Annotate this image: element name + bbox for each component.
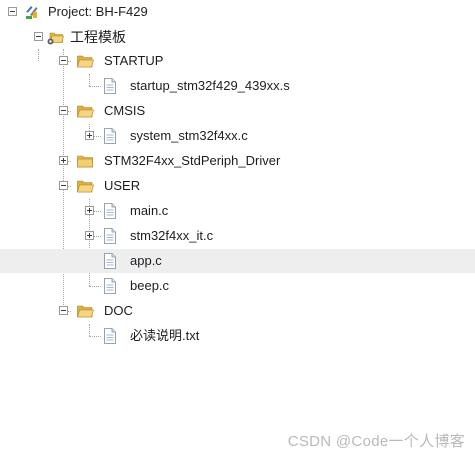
folder-open-icon (77, 180, 94, 193)
tree-file[interactable]: system_stm32f4xx.c (0, 124, 475, 148)
file-label: beep.c (130, 278, 170, 293)
tree-file[interactable]: 必读说明.txt (0, 324, 475, 348)
tree-group-stdperiph-driver[interactable]: STM32F4xx_StdPeriph_Driver (0, 149, 475, 173)
file-icon (104, 228, 116, 244)
tree-group-doc[interactable]: DOC (0, 299, 475, 323)
file-icon (104, 128, 116, 144)
group-label: DOC (104, 303, 133, 318)
tree-file[interactable]: beep.c (0, 274, 475, 298)
project-tree: Project: BH-F429 工程模板 STARTUP startup_st… (0, 0, 475, 461)
group-label: USER (104, 178, 141, 193)
tree-file[interactable]: main.c (0, 199, 475, 223)
tree-file[interactable]: stm32f4xx_it.c (0, 224, 475, 248)
project-label: Project: BH-F429 (48, 4, 148, 19)
collapse-toggle[interactable] (8, 7, 17, 16)
tree-group-user[interactable]: USER (0, 174, 475, 198)
tree-file-selected[interactable]: app.c (0, 249, 475, 273)
file-icon (104, 78, 116, 94)
folder-open-icon (77, 105, 94, 118)
tree-item-target[interactable]: 工程模板 (0, 25, 475, 49)
folder-open-icon (77, 305, 94, 318)
tree-item-project[interactable]: Project: BH-F429 (0, 0, 475, 24)
folder-closed-icon (77, 155, 93, 168)
file-label: startup_stm32f429_439xx.s (130, 78, 290, 93)
project-icon (26, 6, 38, 19)
file-icon (104, 278, 116, 294)
target-label: 工程模板 (70, 29, 126, 45)
collapse-toggle[interactable] (59, 56, 68, 65)
file-label: system_stm32f4xx.c (130, 128, 248, 143)
file-label: 必读说明.txt (130, 328, 200, 343)
expand-toggle[interactable] (85, 131, 94, 140)
collapse-toggle[interactable] (59, 106, 68, 115)
expand-toggle[interactable] (85, 231, 94, 240)
collapse-toggle[interactable] (59, 181, 68, 190)
file-icon (104, 328, 116, 344)
collapse-toggle[interactable] (34, 32, 43, 41)
folder-open-icon (77, 55, 94, 68)
target-folder-icon (47, 32, 64, 45)
group-label: STARTUP (104, 53, 164, 68)
collapse-toggle[interactable] (59, 306, 68, 315)
watermark: CSDN @Code一个人博客 (287, 433, 465, 450)
tree-file[interactable]: startup_stm32f429_439xx.s (0, 74, 475, 98)
file-icon (104, 203, 116, 219)
group-label: STM32F4xx_StdPeriph_Driver (104, 153, 281, 168)
expand-toggle[interactable] (85, 206, 94, 215)
file-label: main.c (130, 203, 169, 218)
tree-group-startup[interactable]: STARTUP (0, 49, 475, 73)
file-label: app.c (130, 253, 162, 268)
group-label: CMSIS (104, 103, 146, 118)
file-icon (104, 253, 116, 269)
expand-toggle[interactable] (59, 156, 68, 165)
tree-group-cmsis[interactable]: CMSIS (0, 99, 475, 123)
file-label: stm32f4xx_it.c (130, 228, 214, 243)
